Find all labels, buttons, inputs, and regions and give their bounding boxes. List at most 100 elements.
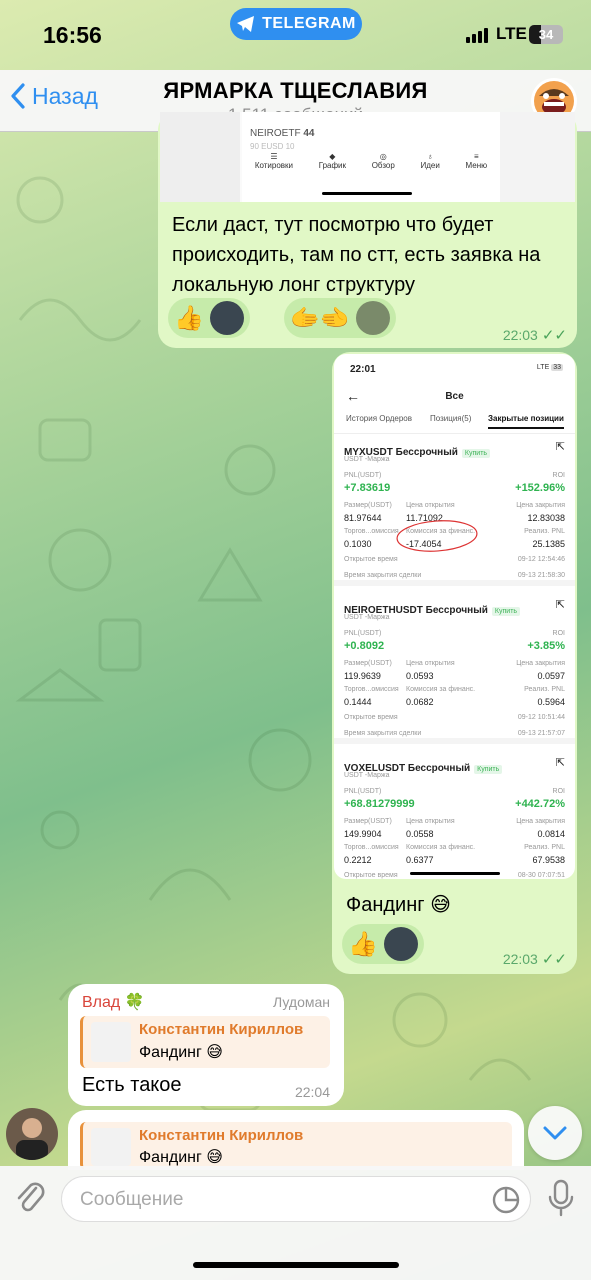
reply-preview[interactable]: Константин Кириллов Фандинг 😅 — [80, 1016, 330, 1068]
label-fee: Торгов...омиссия — [344, 528, 399, 535]
photo-network: LTE — [536, 364, 550, 371]
chat-title[interactable]: ЯРМАРКА ТЩЕСЛАВИЯ — [0, 78, 591, 104]
message-text: Есть такое — [82, 1074, 182, 1096]
list-icon: ☰ — [270, 152, 278, 161]
size-value: 119.9639 — [344, 671, 381, 681]
pnl-value: +0.8092 — [344, 640, 385, 652]
composer-bar: Сообщение — [0, 1166, 591, 1280]
nav-label: Обзор — [371, 161, 395, 170]
nav-label: График — [318, 161, 347, 170]
label-pnl: PNL(USDT) — [344, 788, 382, 795]
roi-value: +152.96% — [515, 482, 565, 494]
funding-value: 0.0682 — [406, 697, 434, 707]
network-label: LTE — [496, 24, 527, 43]
chart-icon: ◆ — [329, 152, 336, 161]
sticker-button[interactable] — [492, 1186, 520, 1214]
red-circle-annotation — [396, 520, 478, 552]
voice-button[interactable] — [546, 1178, 576, 1218]
share-icon[interactable]: ⇱ — [556, 440, 565, 453]
fee-value: 0.2212 — [344, 855, 372, 865]
close-value: 0.0597 — [537, 671, 565, 681]
reply-text: Фандинг 😅 — [139, 1044, 223, 1061]
margin-type: USDT -Маржа — [344, 772, 390, 779]
share-icon[interactable]: ⇱ — [556, 756, 565, 769]
status-time: 16:56 — [43, 22, 102, 48]
double-check-icon: ✓✓ — [541, 327, 567, 344]
margin-type: USDT -Маржа — [344, 456, 390, 463]
share-icon[interactable]: ⇱ — [556, 598, 565, 611]
label-close: Цена закрытия — [516, 818, 565, 825]
status-bar: 16:56 TELEGRAM LTE 34 — [0, 0, 591, 70]
author-rank: Лудоман — [273, 994, 330, 1010]
fee-value: 0.1444 — [344, 697, 372, 707]
position-card[interactable]: NEIROETHUSDT Бессрочный Купить ⇱ USDT -Ма… — [334, 594, 575, 744]
message-photo[interactable]: 22:01 LTE 33 ← Все История Ордеров Позиц… — [334, 354, 575, 879]
message-time: 22:04 — [294, 1084, 330, 1100]
photo-tab: Позиция(5) — [430, 414, 472, 423]
reply-author: Константин Кириллов — [139, 1021, 304, 1038]
incoming-message[interactable]: Константин Кириллов Фандинг 😅 — [68, 1110, 524, 1170]
telegram-icon — [237, 16, 255, 32]
reply-thumbnail — [91, 1128, 131, 1166]
photo-tab-active: Закрытые позиции — [488, 414, 564, 429]
buy-tag: Купить — [474, 765, 503, 774]
close-value: 12.83038 — [527, 513, 565, 523]
open-value: 0.0558 — [406, 829, 434, 839]
reaction-thumbs-up[interactable]: 👍 — [342, 924, 424, 964]
label-pnl: PNL(USDT) — [344, 630, 382, 637]
message-time: 22:03 — [502, 327, 538, 343]
label-opened: Открытое время — [344, 872, 398, 879]
message-photo[interactable]: NEIROETF 44 90 EUSD 10 ☰ Котировки ◆ Графи… — [160, 112, 575, 202]
realized-value: 0.5964 — [537, 697, 565, 707]
label-roi: ROI — [552, 788, 565, 795]
incoming-message[interactable]: Влад 🍀 Лудоман Константин Кириллов Фанди… — [68, 984, 344, 1106]
message-meta: 22:03 ✓✓ — [503, 950, 567, 968]
photo-title: Все — [445, 391, 464, 402]
funding-value: 0.6377 — [406, 855, 434, 865]
pnl-value: +7.83619 — [344, 482, 391, 494]
closed-value: 09-13 21:58:30 — [517, 572, 565, 579]
reaction-thumbs-up[interactable]: 👍 — [168, 298, 250, 338]
label-realized: Реализ. PNL — [524, 528, 565, 535]
reaction-handshake[interactable]: 🫱‍🫲 — [284, 298, 396, 338]
margin-type: USDT -Маржа — [344, 614, 390, 621]
photo-ticker-value: 44 — [303, 128, 315, 139]
outgoing-message[interactable]: 22:01 LTE 33 ← Все История Ордеров Позиц… — [332, 352, 577, 974]
reply-author: Константин Кириллов — [139, 1127, 304, 1144]
position-card[interactable]: VOXELUSDT Бессрочный Купить ⇱ USDT -Маржа… — [334, 752, 575, 879]
scroll-down-button[interactable] — [528, 1106, 582, 1160]
closed-value: 09-13 21:57:07 — [517, 730, 565, 737]
sticker-icon — [492, 1186, 520, 1214]
realized-value: 67.9538 — [532, 855, 565, 865]
telegram-pill[interactable]: TELEGRAM — [230, 8, 362, 40]
photo-ticker: NEIROETF — [250, 128, 301, 139]
position-card[interactable]: MYXUSDT Бессрочный Купить ⇱ USDT -Маржа P… — [334, 436, 575, 586]
message-meta: 22:03 ✓✓ — [503, 326, 567, 344]
message-text: Фандинг 😅 — [346, 894, 451, 916]
battery-level: 34 — [538, 27, 554, 42]
reactor-avatar — [355, 301, 390, 335]
label-roi: ROI — [552, 630, 565, 637]
opened-value: 09-12 12:54:46 — [517, 556, 565, 563]
reply-text: Фандинг 😅 — [139, 1149, 223, 1166]
attach-button[interactable] — [14, 1180, 48, 1218]
nav-quotes: ☰ Котировки — [255, 152, 293, 170]
signal-icon — [466, 28, 488, 43]
bulb-icon: ♁ — [427, 152, 434, 161]
reply-preview[interactable]: Константин Кириллов Фандинг 😅 — [80, 1122, 512, 1170]
outgoing-message[interactable]: NEIROETF 44 90 EUSD 10 ☰ Котировки ◆ Графи… — [158, 112, 577, 348]
sender-avatar[interactable] — [6, 1108, 58, 1160]
open-value: 0.0593 — [406, 671, 434, 681]
author-badge: 🍀 — [124, 994, 145, 1011]
label-opened: Открытое время — [344, 714, 398, 721]
author-name[interactable]: Влад — [82, 994, 120, 1011]
size-value: 149.9904 — [344, 829, 382, 839]
label-pnl: PNL(USDT) — [344, 472, 382, 479]
telegram-pill-label: TELEGRAM — [262, 15, 356, 32]
compass-icon: ◎ — [379, 152, 387, 161]
label-closed: Время закрытия сделки — [344, 730, 422, 737]
home-indicator — [193, 1262, 399, 1268]
label-fee: Торгов...омиссия — [344, 686, 399, 693]
label-open: Цена открытия — [406, 818, 455, 825]
message-input[interactable]: Сообщение — [61, 1176, 531, 1222]
